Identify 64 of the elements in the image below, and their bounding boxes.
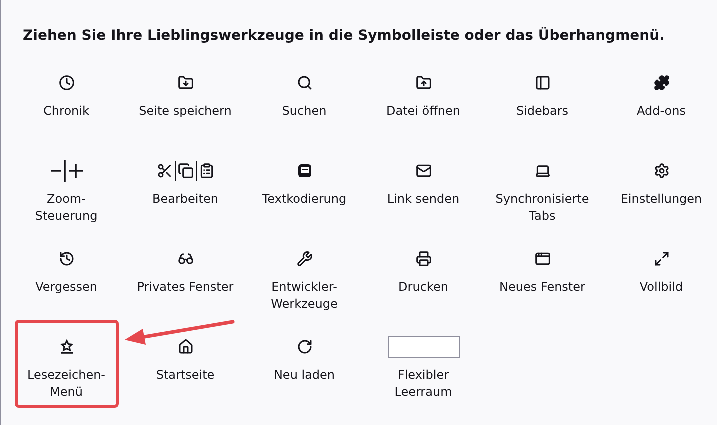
edit-tools-icon bbox=[156, 161, 214, 181]
flexible-space-box bbox=[388, 336, 460, 358]
toolbar-item[interactable]: Synchronisierte Tabs bbox=[490, 148, 594, 236]
toolbar-item[interactable]: Zoom- Steuerung bbox=[14, 148, 118, 236]
item-label: Drucken bbox=[398, 279, 448, 296]
item-label: Neu laden bbox=[274, 367, 336, 384]
toolbar-item[interactable]: Chronik bbox=[14, 60, 118, 148]
fullscreen-icon bbox=[654, 251, 670, 267]
item-label: Entwickler- Werkzeuge bbox=[271, 279, 338, 313]
folder-upload-icon bbox=[416, 75, 432, 91]
zoom-controls-icon bbox=[50, 160, 84, 182]
toolbar-item[interactable]: Privates Fenster bbox=[134, 236, 238, 324]
toolbar-item[interactable]: Einstellungen bbox=[610, 148, 714, 236]
highlighted-toolbar-item[interactable]: Lesezeichen- Menü bbox=[14, 320, 118, 408]
clock-icon bbox=[58, 75, 74, 91]
item-label: Einstellungen bbox=[620, 191, 702, 208]
puzzle-icon bbox=[654, 75, 670, 91]
printer-icon bbox=[416, 251, 432, 267]
item-label: Neues Fenster bbox=[500, 279, 586, 296]
item-label: Lesezeichen- Menü bbox=[27, 367, 106, 401]
folder-download-icon bbox=[178, 75, 194, 91]
history-icon bbox=[58, 251, 74, 267]
search-icon bbox=[296, 75, 312, 91]
laptop-icon bbox=[534, 163, 550, 179]
envelope-icon bbox=[416, 163, 432, 179]
toolbar-item[interactable]: Flexibler Leerraum bbox=[372, 324, 476, 412]
item-label: Bearbeiten bbox=[152, 191, 218, 208]
toolbar-item[interactable]: Vollbild bbox=[610, 236, 714, 324]
reload-icon bbox=[296, 339, 312, 355]
toolbar-item[interactable]: Bearbeiten bbox=[134, 148, 238, 236]
toolbar-item[interactable]: Suchen bbox=[252, 60, 356, 148]
toolbar-item[interactable]: Neues Fenster bbox=[490, 236, 594, 324]
toolbar-item[interactable]: Seite speichern bbox=[134, 60, 238, 148]
item-label: Suchen bbox=[282, 103, 327, 120]
toolbar-item[interactable]: Add-ons bbox=[610, 60, 714, 148]
item-label: Zoom- Steuerung bbox=[35, 191, 98, 225]
new-window-icon bbox=[534, 251, 550, 267]
toolbar-item[interactable]: Sidebars bbox=[490, 60, 594, 148]
toolbar-item[interactable]: Neu laden bbox=[252, 324, 356, 412]
toolbar-item[interactable]: Startseite bbox=[134, 324, 238, 412]
toolbar-item[interactable]: Entwickler- Werkzeuge bbox=[252, 236, 356, 324]
item-label: Chronik bbox=[44, 103, 90, 120]
settings-icon bbox=[654, 163, 670, 179]
toolbar-item[interactable]: Datei öffnen bbox=[372, 60, 476, 148]
item-label: Vollbild bbox=[640, 279, 684, 296]
toolbar-item[interactable]: Link senden bbox=[372, 148, 476, 236]
item-label: Flexibler Leerraum bbox=[394, 367, 452, 401]
home-icon bbox=[178, 339, 194, 355]
item-label: Vergessen bbox=[36, 279, 98, 296]
toolbar-item[interactable]: Textkodierung bbox=[252, 148, 356, 236]
instruction-heading: Ziehen Sie Ihre Lieblingswerkzeuge in die Symbolleiste oder das Überhangmenü. bbox=[23, 28, 666, 44]
toolbar-item[interactable]: Drucken bbox=[372, 236, 476, 324]
item-label: Link senden bbox=[387, 191, 460, 208]
item-label: Seite speichern bbox=[139, 103, 232, 120]
item-label: Datei öffnen bbox=[386, 103, 461, 120]
sidebar-icon bbox=[534, 75, 550, 91]
item-label: Sidebars bbox=[516, 103, 569, 120]
item-label: Add-ons bbox=[637, 103, 686, 120]
star-tray-icon bbox=[58, 339, 74, 355]
item-label: Synchronisierte Tabs bbox=[496, 191, 590, 225]
item-label: Startseite bbox=[156, 367, 215, 384]
item-label: Privates Fenster bbox=[137, 279, 234, 296]
wrench-icon bbox=[296, 251, 312, 267]
item-label: Textkodierung bbox=[262, 191, 347, 208]
